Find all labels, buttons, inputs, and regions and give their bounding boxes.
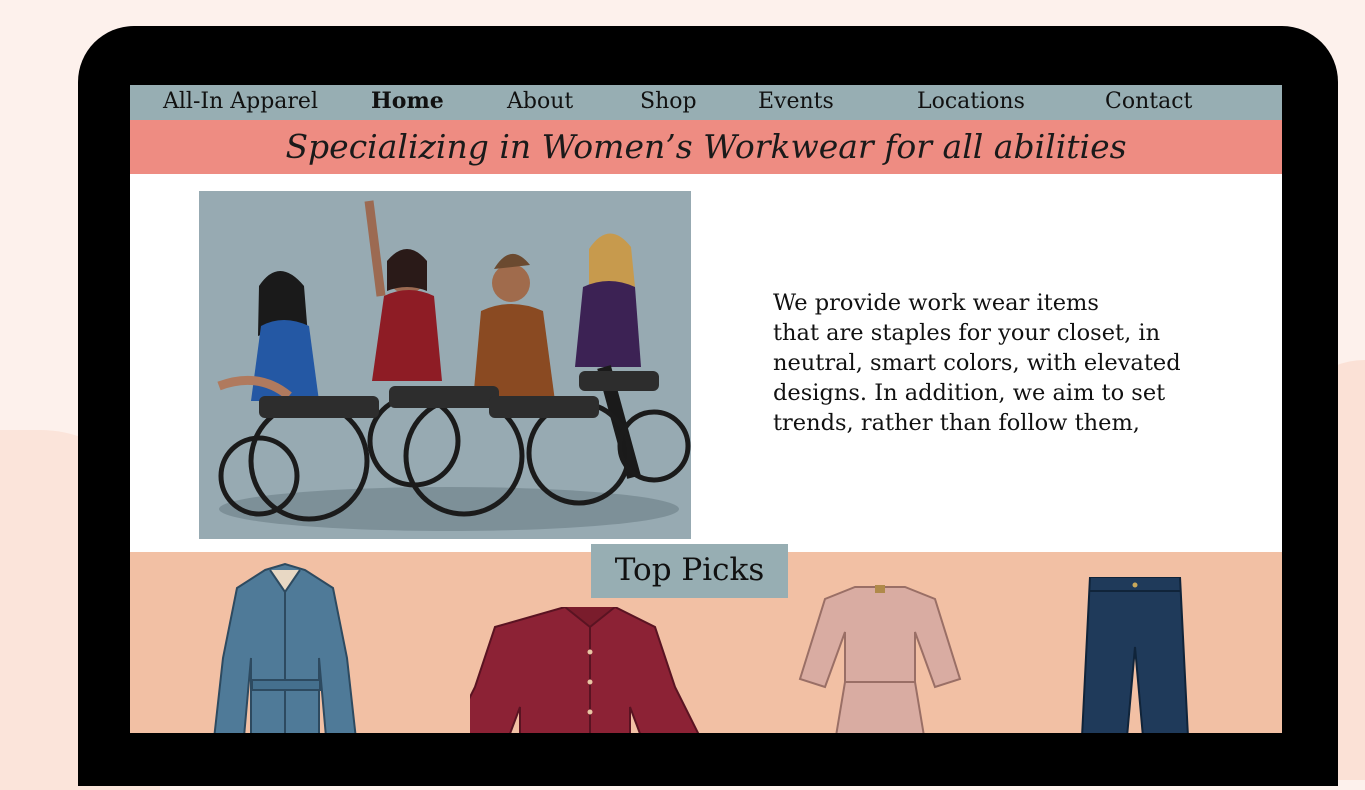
hero-image [199,191,691,539]
hero-text-line: designs. In addition, we aim to set [773,380,1166,406]
hero-description: We provide work wear items that are stap… [773,288,1253,438]
tagline-banner: Specializing in Women’s Workwear for all… [130,120,1282,174]
hero-text-line: trends, rather than follow them, [773,410,1140,436]
hero-text-line: that are staples for your closet, in [773,320,1161,346]
nav-shop[interactable]: Shop [640,85,697,120]
red-blouse-icon[interactable] [470,607,710,733]
pink-dress-icon[interactable] [795,582,965,733]
top-picks-heading: Top Picks [591,544,788,598]
nav-home[interactable]: Home [371,85,444,120]
brand-link[interactable]: All-In Apparel [163,85,318,120]
navy-jeans-icon[interactable] [1080,577,1190,733]
hero-text-line: neutral, smart colors, with elevated [773,350,1181,376]
website-screen: All-In Apparel Home About Shop Events Lo… [130,85,1282,733]
nav-contact[interactable]: Contact [1105,85,1192,120]
denim-shirt-dress-icon[interactable] [210,560,370,733]
hero-text-line: We provide work wear items [773,290,1099,316]
nav-events[interactable]: Events [758,85,834,120]
top-navigation: All-In Apparel Home About Shop Events Lo… [130,85,1282,120]
nav-about[interactable]: About [507,85,573,120]
nav-locations[interactable]: Locations [917,85,1025,120]
